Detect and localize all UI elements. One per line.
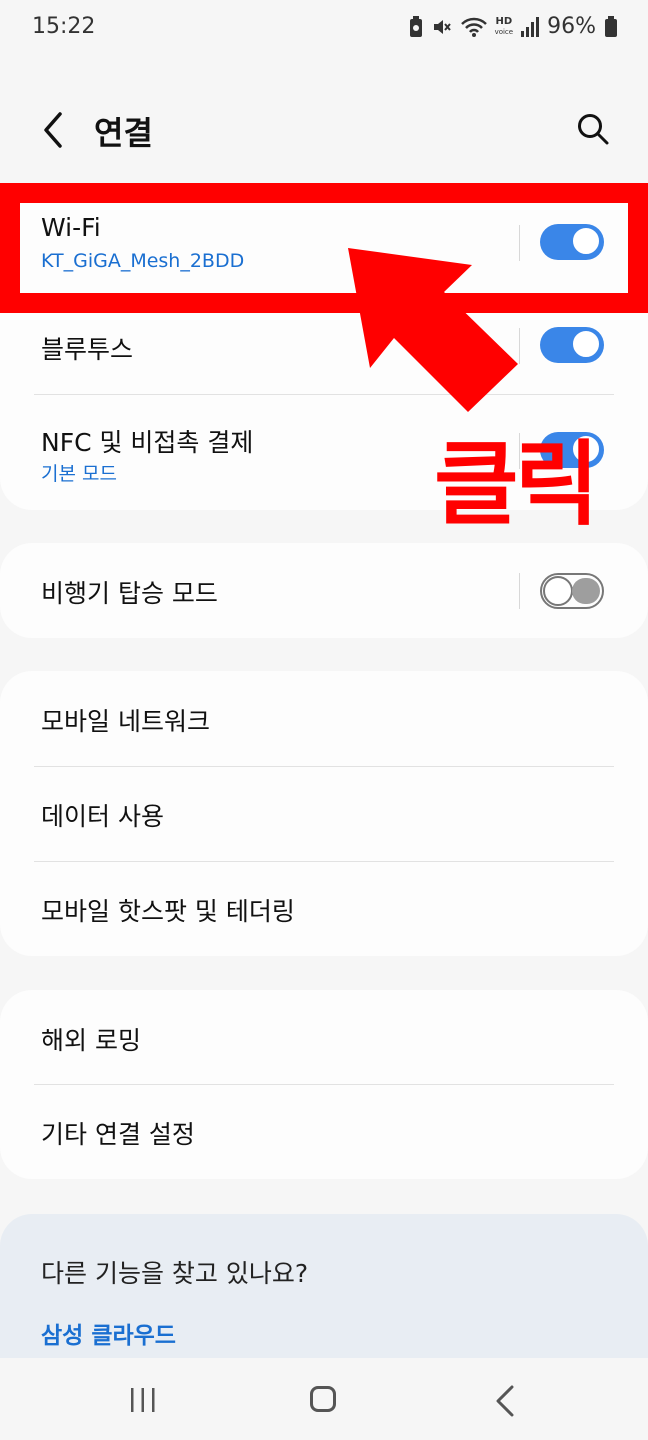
- airplane-row[interactable]: 비행기 탑승 모드: [0, 543, 648, 638]
- mobile-network-label: 모바일 네트워크: [41, 707, 210, 736]
- wifi-network-name: KT_GiGA_Mesh_2BDD: [41, 250, 245, 272]
- battery-percent: 96%: [547, 14, 596, 39]
- hotspot-label: 모바일 핫스팟 및 테더링: [41, 897, 295, 926]
- toggle-knob: [543, 576, 573, 606]
- wifi-icon: [460, 17, 487, 37]
- more-settings-label: 기타 연결 설정: [41, 1120, 195, 1149]
- bluetooth-toggle[interactable]: [540, 327, 604, 363]
- toggle-track-fill: [572, 578, 600, 604]
- battery-icon: [605, 15, 617, 37]
- mute-icon: [433, 19, 451, 34]
- wifi-row[interactable]: Wi-Fi KT_GiGA_Mesh_2BDD: [20, 203, 628, 293]
- more-card: 해외 로밍 기타 연결 설정: [0, 990, 648, 1179]
- suggestion-question: 다른 기능을 찾고 있나요?: [41, 1259, 309, 1288]
- red-arrow-annotation: [348, 248, 518, 412]
- click-annotation-text: 클릭: [434, 431, 599, 538]
- nav-back-icon[interactable]: [494, 1385, 516, 1417]
- roaming-label: 해외 로밍: [41, 1026, 141, 1055]
- network-card: 모바일 네트워크 데이터 사용 모바일 핫스팟 및 테더링: [0, 671, 648, 956]
- airplane-toggle[interactable]: [540, 573, 604, 609]
- nfc-subtitle: 기본 모드: [41, 463, 117, 485]
- data-usage-label: 데이터 사용: [41, 802, 164, 831]
- search-icon[interactable]: [576, 112, 610, 146]
- roaming-row[interactable]: 해외 로밍: [0, 990, 648, 1084]
- wifi-highlight: Wi-Fi KT_GiGA_Mesh_2BDD: [0, 183, 648, 313]
- samsung-cloud-link[interactable]: 삼성 클라우드: [41, 1316, 176, 1350]
- mobile-network-row[interactable]: 모바일 네트워크: [0, 671, 648, 766]
- toggle-knob: [571, 329, 601, 359]
- wifi-toggle[interactable]: [540, 224, 604, 260]
- more-settings-row[interactable]: 기타 연결 설정: [0, 1085, 648, 1179]
- wifi-label: Wi-Fi: [41, 213, 101, 242]
- navigation-bar: [0, 1358, 648, 1440]
- status-time: 15:22: [32, 14, 96, 39]
- bluetooth-label: 블루투스: [41, 335, 134, 364]
- airplane-card: 비행기 탑승 모드: [0, 543, 648, 638]
- data-usage-row[interactable]: 데이터 사용: [0, 767, 648, 861]
- status-bar: 15:22 HD voice 96%: [0, 0, 648, 60]
- toggle-knob: [571, 226, 601, 256]
- recent-apps-icon[interactable]: [128, 1388, 158, 1412]
- suggestion-panel: 다른 기능을 찾고 있나요? 삼성 클라우드: [0, 1214, 648, 1364]
- home-icon[interactable]: [310, 1386, 336, 1412]
- signal-icon: [521, 16, 540, 37]
- status-icons: HD voice 96%: [409, 14, 618, 39]
- hotspot-row[interactable]: 모바일 핫스팟 및 테더링: [0, 862, 648, 956]
- airplane-separator: [519, 573, 520, 609]
- hd-voice-icon: HD voice: [494, 15, 514, 36]
- battery-saver-icon: [409, 15, 422, 37]
- nfc-label: NFC 및 비접촉 결제: [41, 428, 254, 457]
- page-title: 연결: [94, 114, 153, 152]
- back-arrow-icon[interactable]: [36, 110, 72, 150]
- airplane-label: 비행기 탑승 모드: [41, 579, 218, 608]
- app-header: 연결: [0, 90, 648, 170]
